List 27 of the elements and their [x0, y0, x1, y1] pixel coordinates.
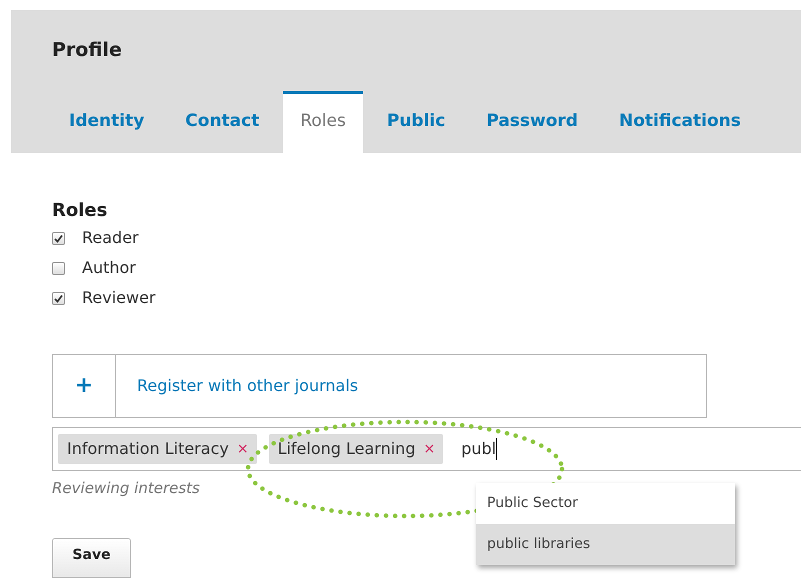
- remove-tag-icon[interactable]: ×: [423, 438, 436, 460]
- text-cursor: [496, 438, 498, 460]
- typed-text: publ: [461, 438, 496, 460]
- remove-tag-icon[interactable]: ×: [236, 438, 249, 460]
- plus-icon[interactable]: +: [74, 375, 94, 397]
- checkbox-label: Author: [82, 257, 136, 279]
- tab[interactable]: Public: [370, 91, 462, 153]
- suggestion-option[interactable]: public libraries: [476, 524, 735, 565]
- register-link[interactable]: Register with other journals: [137, 374, 358, 398]
- tab[interactable]: Notifications: [602, 91, 758, 153]
- checkbox-label: Reviewer: [82, 287, 156, 309]
- tab[interactable]: Roles: [283, 91, 363, 153]
- checkbox[interactable]: [52, 232, 65, 244]
- save-button[interactable]: Save: [52, 538, 131, 578]
- tab[interactable]: Identity: [52, 91, 162, 153]
- tag-label: Lifelong Learning: [278, 438, 416, 460]
- tag-label: Information Literacy: [67, 438, 229, 460]
- suggestion-option[interactable]: Public Sector: [476, 483, 735, 524]
- checkbox[interactable]: [52, 292, 65, 304]
- tab[interactable]: Password: [469, 91, 595, 153]
- tab[interactable]: Contact: [168, 91, 276, 153]
- interests-field[interactable]: Information Literacy × Lifelong Learning × publ: [52, 427, 801, 471]
- field-hint: Reviewing interests: [52, 478, 200, 499]
- page-title: Profile: [52, 38, 122, 62]
- checkbox-label: Reader: [82, 227, 139, 249]
- checkbox[interactable]: [52, 262, 65, 274]
- section-heading: Roles: [52, 199, 108, 223]
